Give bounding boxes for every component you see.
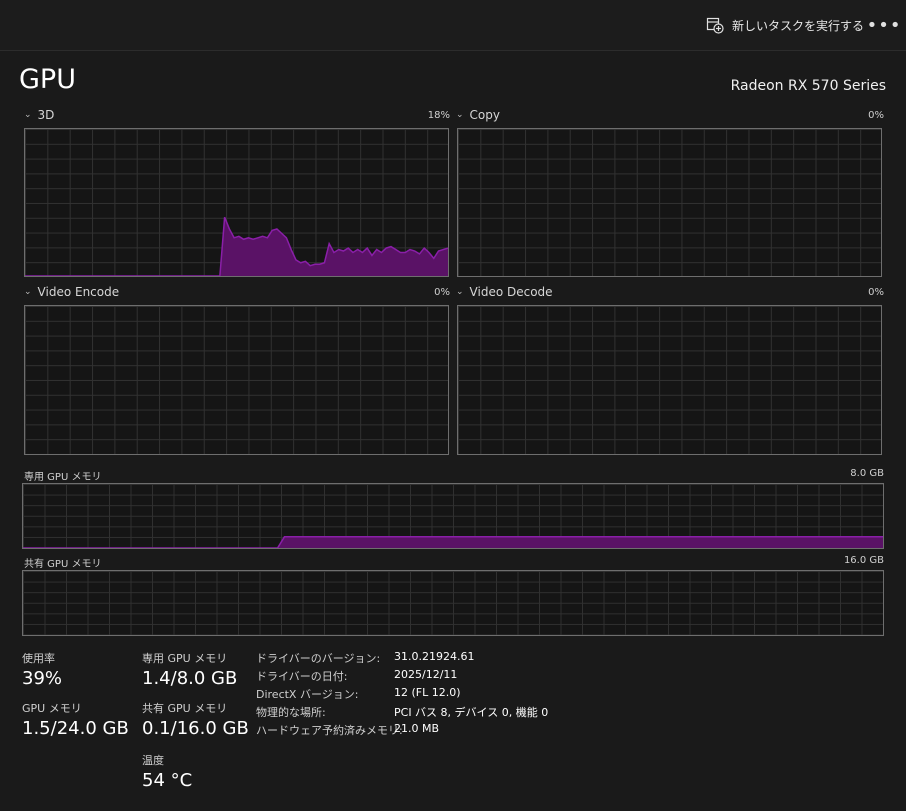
- temperature-label: 温度: [142, 754, 164, 767]
- engine-percent-3d: 18%: [427, 110, 450, 121]
- more-options-button[interactable]: •••: [867, 12, 901, 38]
- engine-name-copy: Copy: [469, 108, 500, 122]
- graph-copy: [457, 128, 882, 277]
- run-task-label: 新しいタスクを実行する: [732, 18, 865, 33]
- chevron-down-icon: ⌄: [456, 287, 464, 297]
- driver-version-value: 31.0.21924.61: [394, 650, 475, 663]
- run-new-task-button[interactable]: 新しいタスクを実行する: [706, 12, 864, 38]
- chevron-down-icon: ⌄: [24, 287, 32, 297]
- dedicated-memory-area: [23, 536, 883, 548]
- shared-gpu-memory-label: 共有 GPU メモリ: [142, 702, 228, 715]
- chevron-down-icon: ⌄: [24, 110, 32, 120]
- engine-selector-copy[interactable]: ⌄ Copy: [456, 108, 500, 122]
- dedicated-memory-svg: [23, 536, 883, 548]
- graph-video-decode: [457, 305, 882, 455]
- engine-name-video-encode: Video Encode: [37, 285, 120, 299]
- gpu-device-name: Radeon RX 570 Series: [730, 78, 886, 94]
- engine-selector-video-decode[interactable]: ⌄ Video Decode: [456, 285, 553, 299]
- usage-3d-svg: [25, 216, 448, 276]
- physical-location-value: PCI バス 8, デバイス 0, 機能 0: [394, 706, 549, 719]
- graph-video-encode: [24, 305, 449, 455]
- shared-gpu-memory-value: 0.1/16.0 GB: [142, 718, 249, 739]
- page-title: GPU: [19, 64, 76, 95]
- engine-name-3d: 3D: [37, 108, 55, 122]
- engine-percent-video-decode: 0%: [868, 287, 884, 298]
- engine-name-video-decode: Video Decode: [469, 285, 553, 299]
- dedicated-gpu-memory-value: 1.4/8.0 GB: [142, 668, 238, 689]
- driver-version-key: ドライバーのバージョン:: [256, 652, 381, 665]
- driver-date-value: 2025/12/11: [394, 668, 458, 681]
- reserved-memory-value: 21.0 MB: [394, 722, 440, 735]
- usage-3d-area: [25, 217, 448, 276]
- graph-3d: [24, 128, 449, 277]
- gpu-memory-value: 1.5/24.0 GB: [22, 718, 129, 739]
- reserved-memory-key: ハードウェア予約済みメモリ:: [256, 724, 403, 737]
- chevron-down-icon: ⌄: [456, 110, 464, 120]
- utilization-value: 39%: [22, 668, 63, 689]
- utilization-label: 使用率: [22, 652, 55, 665]
- engine-selector-video-encode[interactable]: ⌄ Video Encode: [24, 285, 119, 299]
- shared-memory-max: 16.0 GB: [843, 555, 884, 566]
- top-toolbar: 新しいタスクを実行する •••: [0, 0, 906, 51]
- dedicated-memory-max: 8.0 GB: [850, 468, 884, 479]
- directx-version-value: 12 (FL 12.0): [394, 686, 461, 699]
- dedicated-gpu-memory-label: 専用 GPU メモリ: [142, 652, 228, 665]
- shared-memory-label: 共有 GPU メモリ: [24, 559, 102, 570]
- engine-percent-video-encode: 0%: [434, 287, 450, 298]
- shared-memory-graph: [22, 570, 884, 636]
- dedicated-memory-label: 専用 GPU メモリ: [24, 472, 102, 483]
- gpu-memory-label: GPU メモリ: [22, 702, 82, 715]
- physical-location-key: 物理的な場所:: [256, 706, 326, 719]
- driver-date-key: ドライバーの日付:: [256, 670, 348, 683]
- dedicated-memory-graph: [22, 483, 884, 549]
- engine-selector-3d[interactable]: ⌄ 3D: [24, 108, 54, 122]
- temperature-value: 54 °C: [142, 770, 193, 791]
- directx-version-key: DirectX バージョン:: [256, 688, 359, 701]
- engine-percent-copy: 0%: [868, 110, 884, 121]
- run-task-icon: [706, 17, 724, 34]
- more-options-icon: •••: [866, 14, 902, 36]
